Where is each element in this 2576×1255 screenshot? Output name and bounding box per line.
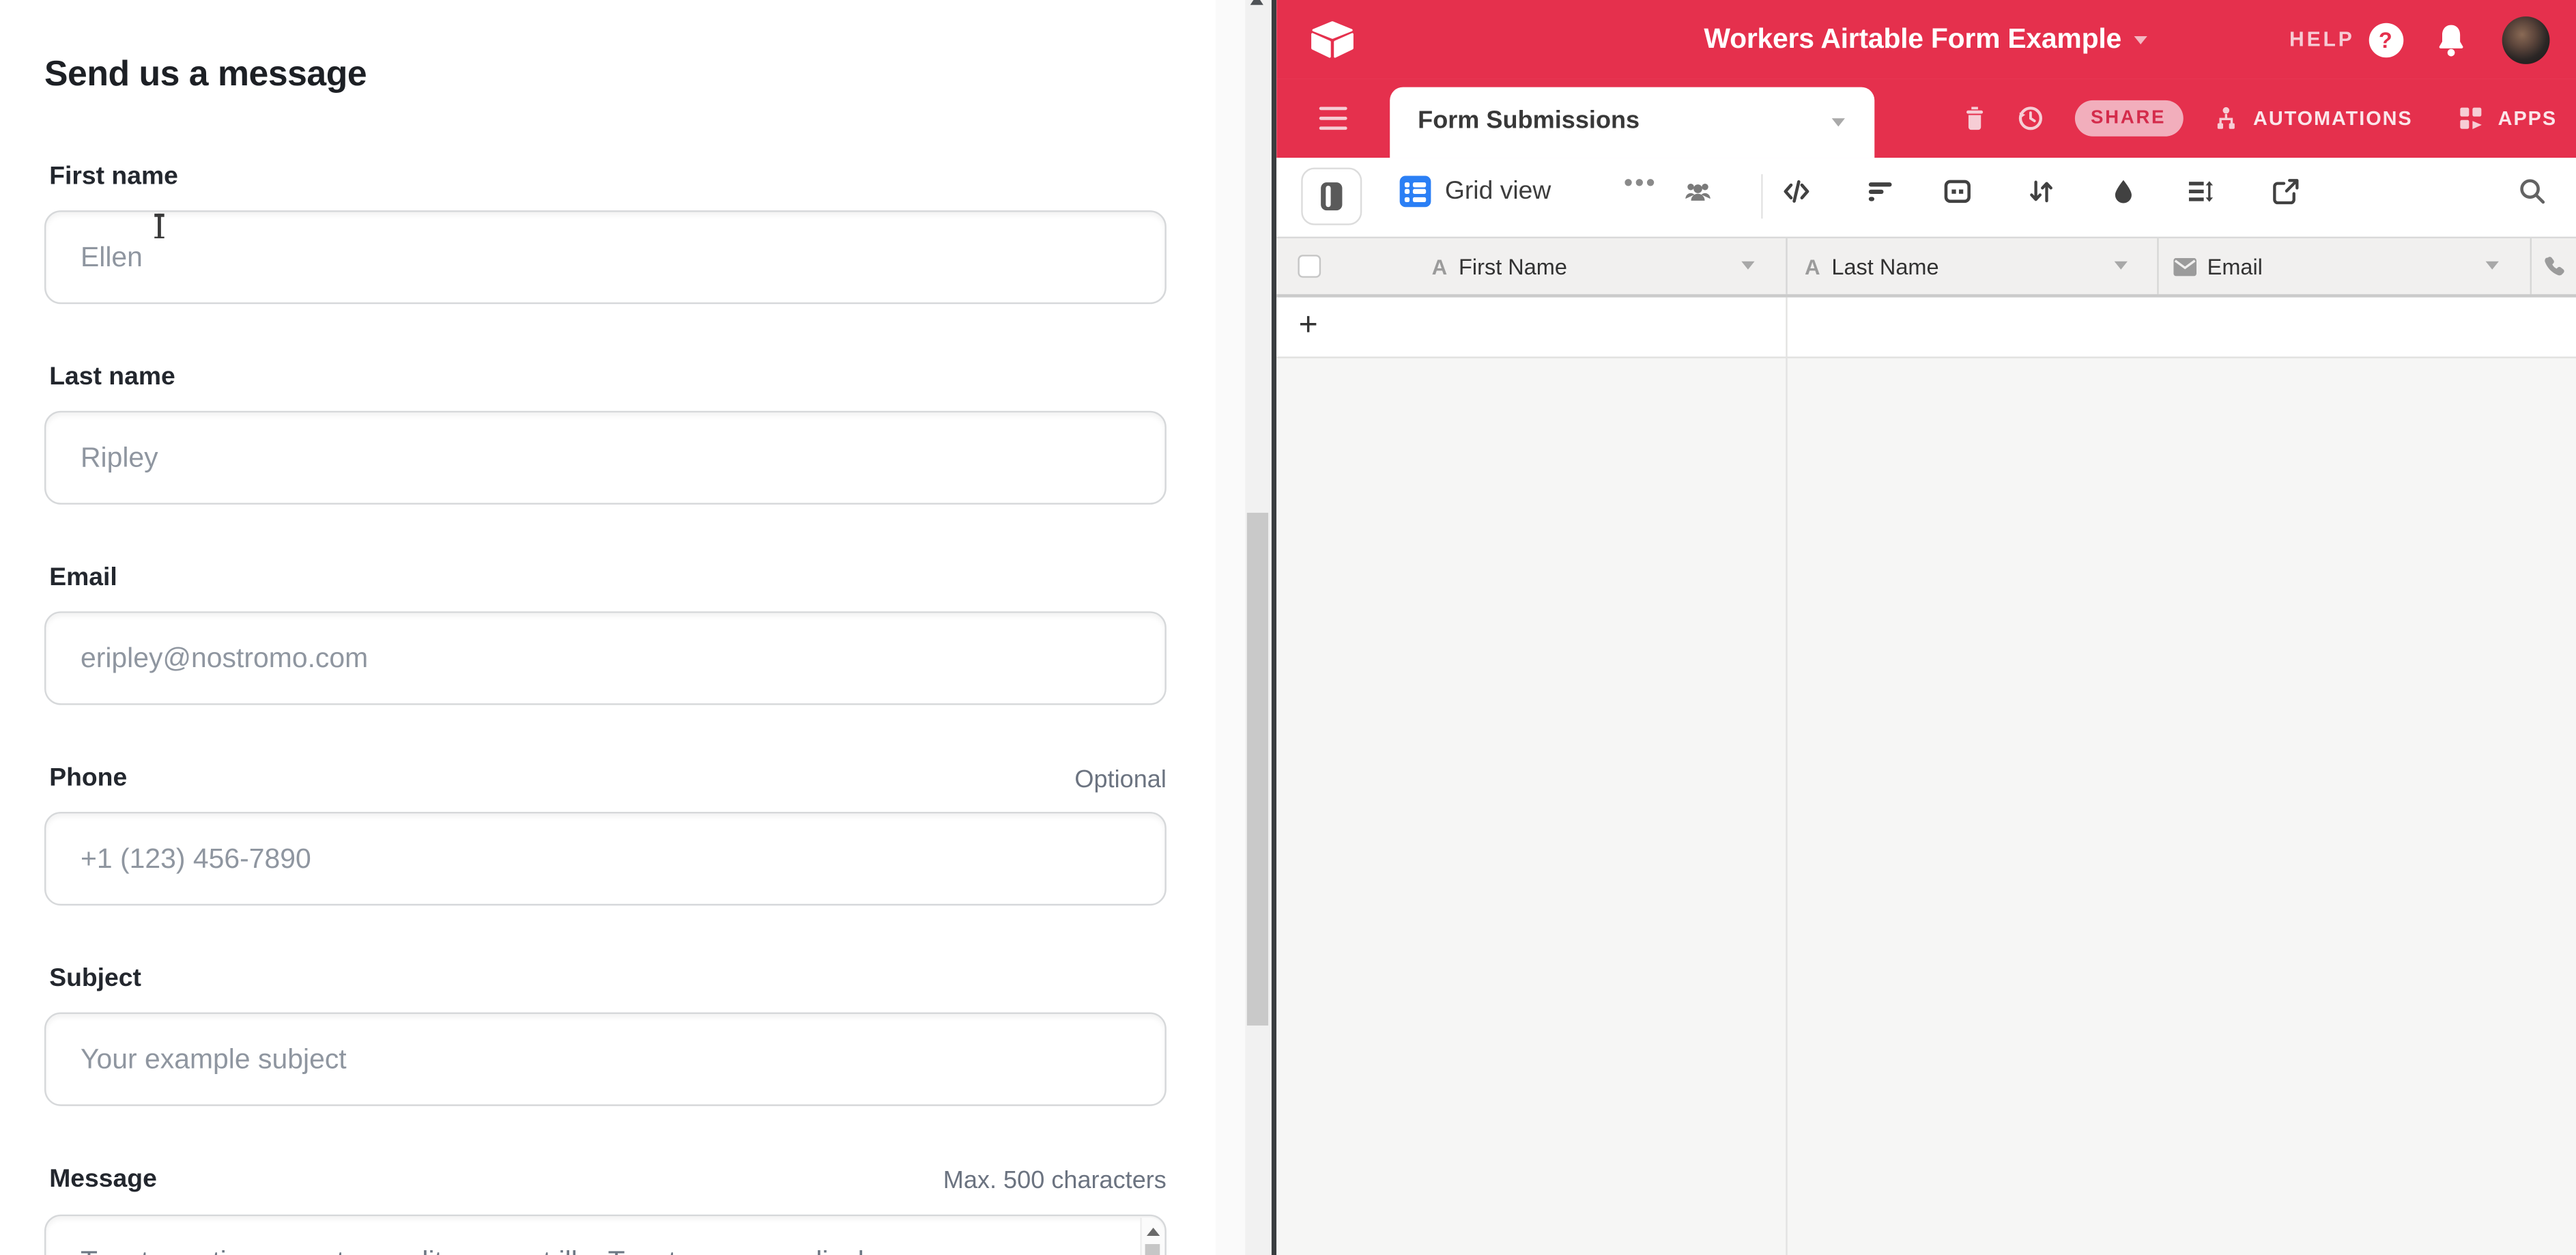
share-view-icon[interactable] [2272, 178, 2300, 206]
scrollbar-up-arrow-icon[interactable] [1250, 0, 1263, 5]
text-field-icon: A [1805, 254, 1820, 279]
column-header-phone[interactable]: Phone [2541, 238, 2576, 294]
column-divider[interactable] [2529, 238, 2530, 294]
frozen-column-divider[interactable] [1785, 298, 1786, 1255]
grid-header-row: A First Name A Last Name Email [1276, 238, 2576, 298]
search-icon[interactable] [2518, 178, 2546, 206]
group-icon[interactable] [1943, 178, 1971, 206]
textarea-scrollbar-thumb[interactable] [1145, 1244, 1160, 1255]
active-table-name: Form Submissions [1418, 107, 1640, 135]
last-name-label: Last name [49, 363, 175, 393]
column-header-email[interactable]: Email [2173, 238, 2263, 294]
left-window-gutter [1216, 0, 1271, 1255]
window-divider [1271, 0, 1276, 1255]
email-field-icon [2173, 257, 2196, 275]
add-row-plus-icon[interactable]: + [1299, 307, 1318, 345]
view-toolbar: Grid view ••• [1276, 158, 2576, 238]
panel-icon [1321, 182, 1342, 210]
toolbar-divider [1760, 174, 1762, 218]
message-maxlength-hint: Max. 500 characters [943, 1167, 1167, 1195]
base-title[interactable]: Workers Airtable Form Example [1704, 23, 2121, 56]
email-label: Email [49, 564, 117, 593]
page-scrollbar-thumb[interactable] [1247, 513, 1268, 1026]
column-caret-icon[interactable] [2485, 262, 2498, 270]
text-field-icon: A [1432, 254, 1448, 279]
view-name[interactable]: Grid view [1445, 178, 1551, 207]
sort-icon[interactable] [2027, 178, 2055, 206]
column-divider[interactable] [1785, 238, 1786, 294]
view-more-menu[interactable]: ••• [1624, 169, 1657, 197]
airtable-window: Workers Airtable Form Example HELP ? For… [1276, 0, 2576, 1255]
grid-view-icon [1399, 176, 1430, 208]
column-header-last-name[interactable]: A Last Name [1805, 238, 1939, 294]
airtable-tabbar: Form Submissions SHARE AUTOMATIONS APPS [1276, 79, 2576, 158]
page-scrollbar[interactable] [1244, 0, 1271, 1255]
contact-form-page: Send us a message First name Last name E… [0, 0, 1216, 1255]
select-all-checkbox[interactable] [1297, 255, 1320, 278]
toggle-view-sidebar-button[interactable] [1301, 168, 1362, 225]
subject-input[interactable] [44, 1013, 1167, 1106]
add-row[interactable]: + [1276, 298, 2576, 358]
help-menu[interactable]: HELP [2289, 0, 2355, 79]
column-header-first-name[interactable]: A First Name [1432, 238, 1567, 294]
color-icon[interactable] [2108, 178, 2136, 206]
apps-icon[interactable] [2457, 79, 2484, 158]
screenshot-root: Send us a message First name Last name E… [0, 0, 2576, 1255]
column-divider[interactable] [2157, 238, 2158, 294]
airtable-topbar: Workers Airtable Form Example HELP ? [1276, 0, 2576, 79]
subject-label: Subject [49, 965, 141, 994]
first-name-label: First name [49, 163, 178, 192]
history-icon[interactable] [2015, 79, 2044, 158]
table-caret-icon [1832, 118, 1845, 126]
phone-input[interactable] [44, 812, 1167, 905]
base-title-caret-icon [2134, 36, 2147, 44]
message-label: Message [49, 1165, 157, 1194]
text-cursor-icon [151, 214, 166, 238]
automations-icon[interactable] [2212, 79, 2239, 158]
textarea-scrollbar[interactable] [1140, 1218, 1163, 1255]
scroll-up-arrow-icon[interactable] [1147, 1228, 1160, 1236]
column-caret-icon[interactable] [1741, 262, 1754, 270]
phone-field-icon [2541, 255, 2564, 278]
page-title: Send us a message [44, 54, 367, 95]
row-height-icon[interactable] [2186, 178, 2214, 206]
user-avatar[interactable] [2501, 16, 2549, 64]
phone-optional-hint: Optional [1074, 766, 1166, 794]
tab-form-submissions[interactable]: Form Submissions [1390, 87, 1874, 158]
automations-button[interactable]: AUTOMATIONS [2253, 79, 2413, 158]
message-text: Tenetur optio quaerat expedita vero et i… [81, 1244, 1115, 1255]
last-name-input[interactable] [44, 411, 1167, 505]
collaborators-icon[interactable] [1683, 178, 1711, 206]
column-caret-icon[interactable] [2113, 262, 2126, 270]
trash-icon[interactable] [1961, 79, 1988, 158]
message-textarea[interactable]: Tenetur optio quaerat expedita vero et i… [44, 1215, 1167, 1255]
phone-label: Phone [49, 764, 127, 793]
apps-button[interactable]: APPS [2498, 79, 2557, 158]
hide-fields-icon[interactable] [1781, 178, 1809, 206]
first-name-input[interactable] [44, 210, 1167, 304]
notifications-bell-icon[interactable] [2434, 23, 2467, 58]
filter-icon[interactable] [1865, 178, 1893, 206]
share-button[interactable]: SHARE [2074, 100, 2183, 137]
email-input[interactable] [44, 611, 1167, 705]
sidebar-menu-icon[interactable] [1319, 106, 1347, 137]
